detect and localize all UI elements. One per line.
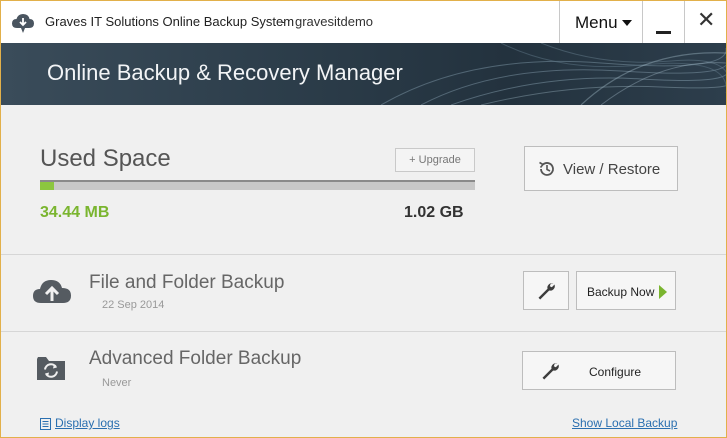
storage-progress-bar [40,180,475,190]
app-window: Graves IT Solutions Online Backup System… [0,0,727,438]
caret-down-icon [622,20,632,26]
menu-button[interactable]: Menu [559,1,643,43]
footer: Display logs Show Local Backup [1,407,726,437]
last-backup-date: 22 Sep 2014 [102,299,165,311]
backup-row-file-folder: File and Folder Backup 22 Sep 2014 Backu… [1,255,726,331]
used-space-title: Used Space [40,145,171,172]
backup-settings-button[interactable] [523,271,569,310]
app-logo-icon [12,14,34,33]
upgrade-button[interactable]: + Upgrade [395,148,475,172]
wrench-icon [542,363,559,380]
menu-label: Menu [575,13,618,32]
used-space-value: 34.44 MB [40,204,110,221]
minimize-button[interactable] [643,1,685,43]
play-icon [659,285,667,299]
backup-now-button[interactable]: Backup Now [576,271,676,310]
last-backup-date: Never [102,377,132,389]
backup-title: Advanced Folder Backup [89,348,302,369]
close-icon: ✕ [697,7,716,32]
show-local-backup-link[interactable]: Show Local Backup [572,416,677,430]
banner-title: Online Backup & Recovery Manager [47,60,403,85]
document-icon [40,418,51,430]
title-bar: Graves IT Solutions Online Backup System… [1,1,726,43]
backup-title: File and Folder Backup [89,272,285,293]
backup-row-advanced-folder: Advanced Folder Backup Never Configure [1,332,726,407]
used-space-section: Used Space + Upgrade 34.44 MB 1.02 GB Vi… [1,105,726,255]
configure-label: Configure [589,365,642,379]
cloud-upload-icon [33,280,71,303]
window-title: Graves IT Solutions Online Backup System [45,14,295,29]
total-space-value: 1.02 GB [404,204,464,221]
folder-sync-icon [37,357,65,380]
header-banner: Online Backup & Recovery Manager [1,43,726,105]
close-button[interactable]: ✕ [685,1,726,43]
account-name: gravesitdemo [295,14,374,29]
history-icon [539,161,554,176]
view-restore-label: View / Restore [563,161,661,178]
storage-progress-fill [40,182,55,190]
minimize-icon [656,31,671,34]
title-separator: - [281,14,286,29]
display-logs-link[interactable]: Display logs [55,416,120,430]
view-restore-button[interactable]: View / Restore [524,146,678,191]
wrench-icon [538,283,555,300]
configure-button[interactable]: Configure [522,351,676,390]
backup-now-label: Backup Now [587,285,655,299]
